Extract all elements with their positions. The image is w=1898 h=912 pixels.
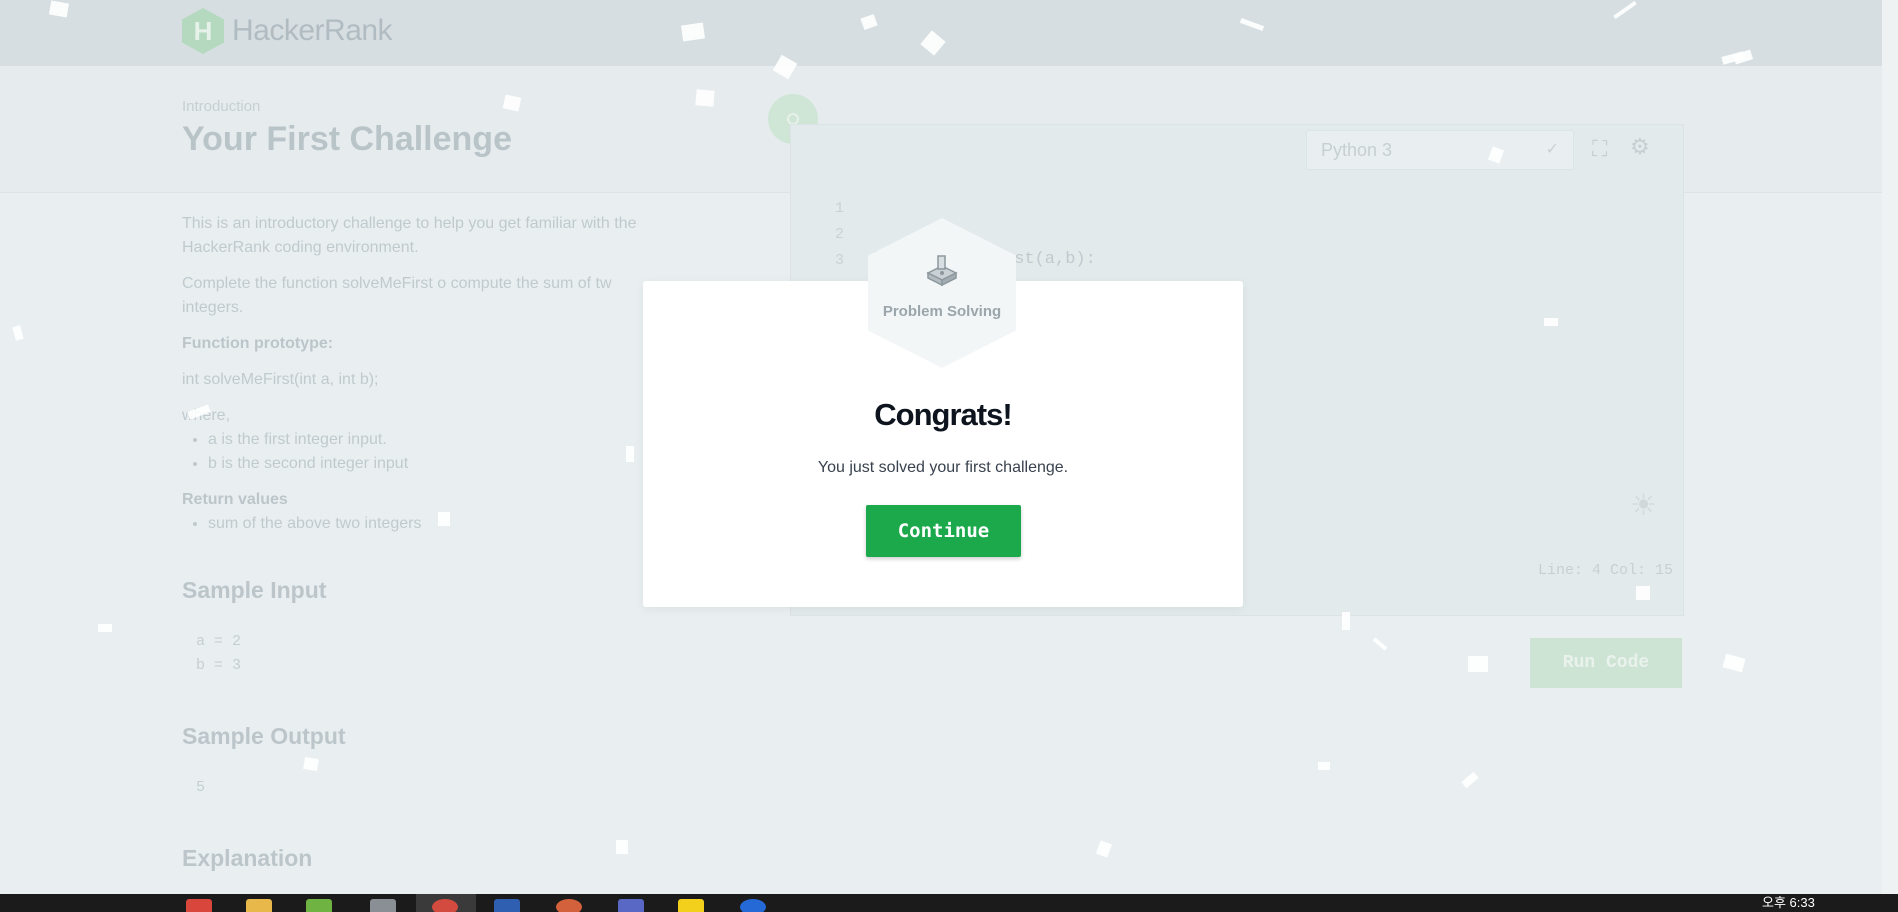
task-text: Complete the function solveMeFirst o com… <box>182 275 612 292</box>
confetti-piece <box>1636 586 1650 600</box>
sample-input-line: a = 2 <box>196 633 242 650</box>
where-list: a is the first integer input. b is the s… <box>182 428 702 476</box>
confetti-piece <box>1318 762 1330 770</box>
return-heading: Return values <box>182 491 288 508</box>
confetti-piece <box>438 512 450 526</box>
confetti-piece <box>626 446 634 462</box>
problem-statement: This is an introductory challenge to hel… <box>182 212 702 870</box>
settings-gear-icon[interactable]: ⚙ <box>1630 134 1650 160</box>
prototype-text: int solveMeFirst(int a, int b); <box>182 371 379 388</box>
confetti-piece <box>680 22 706 42</box>
sample-output-value: 5 <box>196 779 206 796</box>
code-text-end[interactable]: rst(a,b): <box>1004 250 1096 269</box>
taskbar-folder-icon[interactable] <box>246 899 272 912</box>
badge-label: Problem Solving <box>882 303 1002 320</box>
taskbar-app-icon[interactable] <box>186 899 212 912</box>
confetti-piece <box>1544 318 1558 326</box>
confetti-piece <box>695 89 715 107</box>
confetti-piece <box>616 840 628 854</box>
sample-output-heading: Sample Output <box>182 723 346 749</box>
sample-input-heading: Sample Input <box>182 577 327 603</box>
confetti-piece <box>1095 840 1113 858</box>
cursor-status: Line: 4 Col: 15 <box>1538 562 1674 579</box>
explanation-heading: Explanation <box>182 845 313 871</box>
windows-taskbar: 오후 6:33 <box>0 894 1898 912</box>
modal-title: Congrats! <box>874 397 1012 432</box>
list-item: sum of the above two integers <box>208 512 702 536</box>
prototype-heading: Function prototype: <box>182 335 334 352</box>
confetti-piece <box>12 325 24 341</box>
breadcrumb[interactable]: Introduction <box>182 98 260 115</box>
task-paragraph: Complete the function solveMeFirst o com… <box>182 272 702 320</box>
taskbar-word-icon[interactable] <box>494 899 520 912</box>
language-value: Python 3 <box>1321 140 1393 160</box>
fullscreen-icon[interactable]: ⛶ <box>1592 136 1607 162</box>
hackerrank-logo[interactable]: H HackerRank <box>182 8 393 54</box>
confetti-piece <box>1468 656 1488 672</box>
task-text-cont: integers. <box>182 299 244 316</box>
confetti-piece <box>502 94 522 112</box>
confetti-piece <box>1342 612 1350 630</box>
lightbulb-icon[interactable]: ☀ <box>1630 488 1657 523</box>
line-number: 1 <box>834 200 844 217</box>
taskbar-chrome-icon[interactable] <box>432 899 458 912</box>
sample-input-line: b = 3 <box>196 657 242 674</box>
line-number: 2 <box>834 226 844 243</box>
logo-wordmark: HackerRank <box>232 14 393 47</box>
taskbar-app-icon[interactable] <box>556 899 582 912</box>
taskbar-app-icon[interactable] <box>740 899 766 912</box>
taskbar-kakao-icon[interactable] <box>678 899 704 912</box>
problem-solving-icon <box>926 255 958 287</box>
chevron-down-icon: ✓ <box>1545 141 1559 158</box>
confetti-piece <box>303 756 319 772</box>
modal-message: You just solved your first challenge. <box>817 459 1069 476</box>
taskbar-app-icon[interactable] <box>370 899 396 912</box>
page-scrollbar[interactable] <box>1882 0 1898 894</box>
taskbar-app-icon[interactable] <box>618 899 644 912</box>
run-code-button[interactable]: Run Code <box>1530 638 1682 688</box>
confetti-piece <box>48 0 70 18</box>
taskbar-clock[interactable]: 오후 6:33 <box>1762 894 1815 911</box>
confetti-piece <box>1722 653 1746 673</box>
language-select[interactable]: Python 3 ✓ <box>1306 130 1574 170</box>
taskbar-app-icon[interactable] <box>306 899 332 912</box>
page-title: Your First Challenge <box>182 120 512 158</box>
confetti-piece <box>1372 637 1388 651</box>
where-text: where, <box>182 407 231 424</box>
logo-hexagon-icon: H <box>182 8 224 54</box>
intro-paragraph: This is an introductory challenge to hel… <box>182 215 637 256</box>
confetti-piece <box>98 624 112 632</box>
continue-button[interactable]: Continue <box>866 505 1021 557</box>
confetti-piece <box>1461 771 1479 789</box>
